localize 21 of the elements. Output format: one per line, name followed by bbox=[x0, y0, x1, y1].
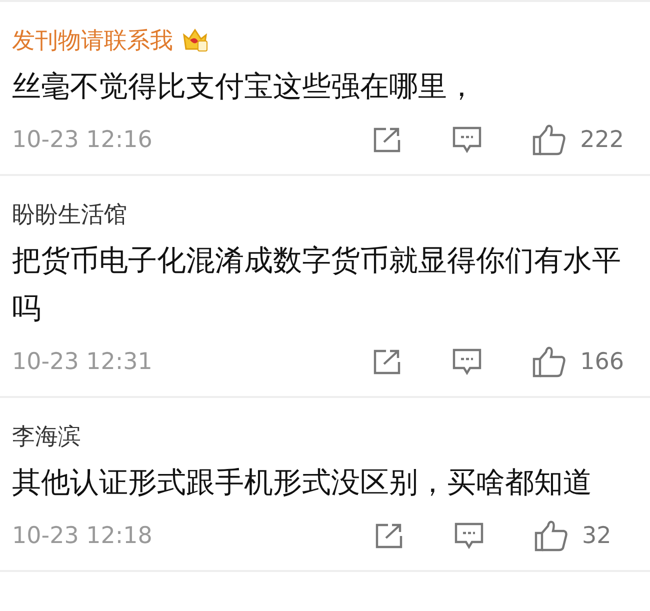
comment-icon[interactable] bbox=[454, 522, 484, 550]
comment-text: 丝毫不觉得比支付宝这些强在哪里， bbox=[12, 68, 477, 105]
like-count: 166 bbox=[580, 349, 624, 375]
share-icon[interactable] bbox=[372, 348, 402, 376]
author-name[interactable]: 盼盼生活馆 bbox=[12, 198, 127, 230]
like-count: 222 bbox=[580, 127, 624, 153]
thumbs-up-icon[interactable] bbox=[534, 520, 568, 552]
share-icon[interactable] bbox=[374, 522, 404, 550]
author-name[interactable]: 李海滨 bbox=[12, 420, 81, 452]
comment-icon[interactable] bbox=[452, 126, 482, 154]
comment-icon[interactable] bbox=[452, 348, 482, 376]
comment-time: 10-23 12:18 bbox=[12, 523, 152, 549]
comment-text: 其他认证形式跟手机形式没区别，买啥都知道 bbox=[12, 464, 593, 501]
comment-time: 10-23 12:16 bbox=[12, 127, 152, 153]
comment-text: 把货币电子化混淆成数字货币就显得你们有水平吗 bbox=[12, 242, 622, 327]
comment-time: 10-23 12:31 bbox=[12, 349, 152, 375]
like-count: 32 bbox=[582, 523, 612, 549]
thumbs-up-icon[interactable] bbox=[532, 346, 566, 378]
crown-icon bbox=[181, 27, 209, 53]
share-icon[interactable] bbox=[372, 126, 402, 154]
thumbs-up-icon[interactable] bbox=[532, 124, 566, 156]
